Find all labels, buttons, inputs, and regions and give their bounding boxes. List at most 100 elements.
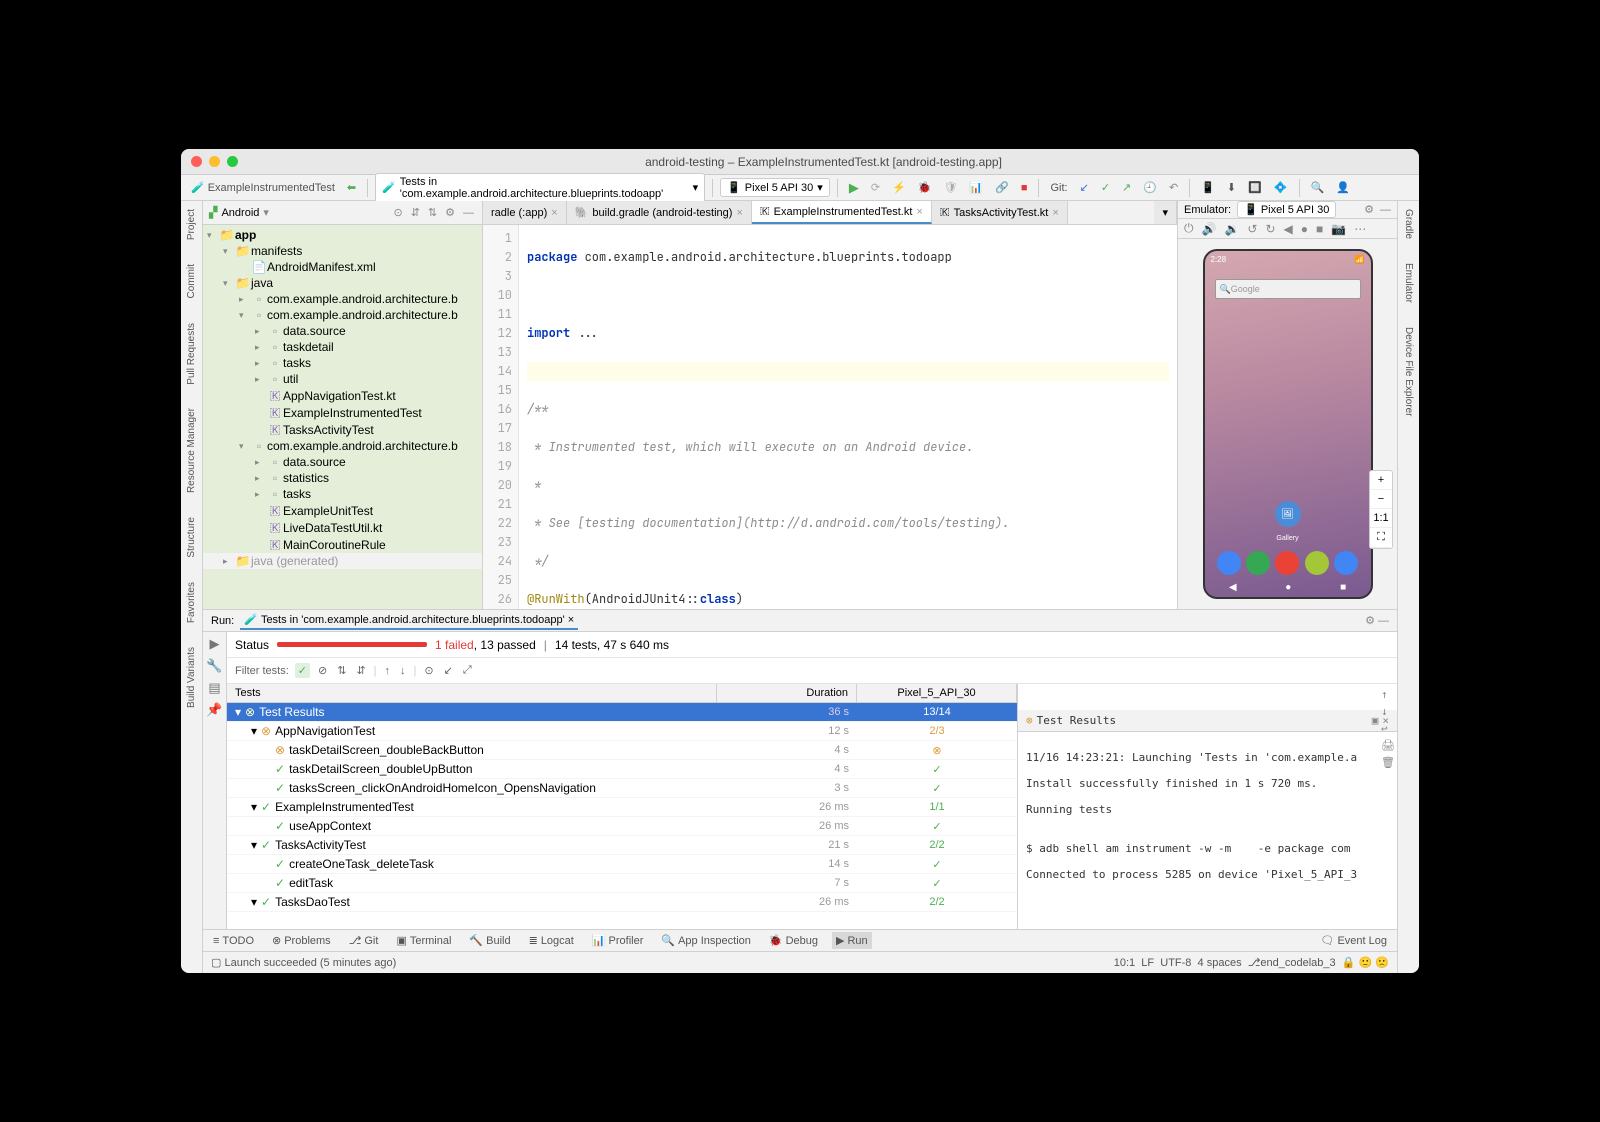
tab-commit[interactable]: Commit <box>184 260 199 302</box>
tree-item[interactable]: ▾📁java <box>203 275 482 291</box>
tab-profiler[interactable]: 📊 Profiler <box>588 932 648 949</box>
apply-changes-icon[interactable]: ⟳ <box>867 179 884 196</box>
tab-terminal[interactable]: ▣ Terminal <box>392 932 455 949</box>
layout-icon[interactable]: ▤ <box>208 680 220 696</box>
test-row[interactable]: ✓createOneTask_deleteTask14 s✓ <box>227 855 1017 874</box>
tab-project[interactable]: Project <box>184 205 199 244</box>
close-tab-icon[interactable]: × <box>736 207 742 219</box>
tab-favorites[interactable]: Favorites <box>184 578 199 627</box>
tab-run[interactable]: ▶ Run <box>832 932 872 949</box>
gear-icon[interactable]: ⚙ <box>1365 614 1375 627</box>
nav-home-icon[interactable]: ● <box>1285 582 1291 593</box>
avatar-icon[interactable]: 👤 <box>1332 179 1354 196</box>
project-tree[interactable]: ▾📁app ▾📁manifests 📄AndroidManifest.xml ▾… <box>203 225 482 609</box>
zoom-in-button[interactable]: + <box>1370 471 1392 490</box>
debug-icon[interactable]: 🐞 <box>914 179 936 196</box>
cursor-position[interactable]: 10:1 <box>1114 957 1135 969</box>
nav-config[interactable]: 🧪 ExampleInstrumentedTest <box>187 179 339 196</box>
col-duration[interactable]: Duration <box>717 684 857 702</box>
indent[interactable]: 4 spaces <box>1198 957 1242 969</box>
col-device[interactable]: Pixel_5_API_30 <box>857 684 1017 702</box>
run-tab[interactable]: 🧪 Tests in 'com.example.android.architec… <box>240 611 578 630</box>
run-icon[interactable]: ▶ <box>845 178 863 198</box>
tab-problems[interactable]: ⊗ Problems <box>268 932 335 949</box>
nav-back-icon[interactable]: ◀ <box>1229 582 1237 593</box>
git-history-icon[interactable]: 🕘 <box>1139 179 1161 196</box>
tree-item[interactable]: 🇰MainCoroutineRule <box>203 536 482 553</box>
stop-icon[interactable]: ■ <box>1017 180 1032 196</box>
lock-icon[interactable]: 🔒 <box>1342 956 1356 969</box>
tab-device-file-explorer[interactable]: Device File Explorer <box>1401 323 1416 420</box>
tab-gradle[interactable]: Gradle <box>1401 205 1416 243</box>
layout-icon[interactable]: ▣ <box>1372 714 1379 727</box>
test-tree[interactable]: Tests Duration Pixel_5_API_30 ▾⊗Test Res… <box>227 684 1017 929</box>
zoom-actual-button[interactable]: 1:1 <box>1370 509 1392 528</box>
tab-resource-manager[interactable]: Resource Manager <box>184 404 199 497</box>
test-row[interactable]: ▾✓ExampleInstrumentedTest26 ms1/1 <box>227 798 1017 817</box>
search-icon[interactable]: 🔍 <box>1307 179 1329 196</box>
coverage-icon[interactable]: 🛡 <box>939 179 961 196</box>
close-tab-icon[interactable]: × <box>1052 207 1058 219</box>
dock-app-icon[interactable] <box>1246 551 1270 575</box>
close-icon[interactable] <box>191 156 202 167</box>
back-icon[interactable]: ⬅ <box>343 179 360 196</box>
sad-face-icon[interactable]: 🙁 <box>1375 956 1389 969</box>
run-console[interactable]: ⊗Test Results▣ × 11/16 14:23:21: Launchi… <box>1017 684 1397 929</box>
tree-item[interactable]: ▸📁java (generated) <box>203 553 482 569</box>
pin-icon[interactable]: 📌 <box>206 702 222 718</box>
tree-item[interactable]: 🇰ExampleUnitTest <box>203 502 482 519</box>
expand-icon[interactable]: ⇵ <box>409 206 422 219</box>
git-update-icon[interactable]: ↙ <box>1076 179 1093 196</box>
editor-tab[interactable]: 🐘 build.gradle (android-testing)× <box>567 201 752 224</box>
tree-item[interactable]: 🇰LiveDataTestUtil.kt <box>203 519 482 536</box>
code[interactable]: package com.example.android.architecture… <box>519 225 1177 609</box>
tree-item[interactable]: ▸▫data.source <box>203 454 482 470</box>
test-row[interactable]: ▾⊗Test Results36 s13/14 <box>227 703 1017 722</box>
tab-emulator[interactable]: Emulator <box>1401 259 1416 307</box>
soft-wrap-icon[interactable]: ↩ <box>1381 722 1395 735</box>
tree-item[interactable]: ▸▫tasks <box>203 355 482 371</box>
tree-item[interactable]: 📄AndroidManifest.xml <box>203 259 482 275</box>
editor-body[interactable]: 1 2 3 10 11 12 13 14 15 16 17 18 19 20 2… <box>483 225 1177 609</box>
zoom-fit-button[interactable]: ⛶ <box>1370 528 1392 548</box>
export-icon[interactable]: ↙ <box>442 664 455 677</box>
sort-alpha-icon[interactable]: ⇵ <box>354 664 367 677</box>
tree-item[interactable]: ▸▫statistics <box>203 470 482 486</box>
volume-down-icon[interactable]: 🔉 <box>1222 222 1241 236</box>
select-opened-icon[interactable]: ⊙ <box>391 206 404 219</box>
sort-icon[interactable]: ⇅ <box>335 664 348 677</box>
overview-icon[interactable]: ■ <box>1314 222 1325 236</box>
tab-build-variants[interactable]: Build Variants <box>184 643 199 712</box>
git-rollback-icon[interactable]: ↶ <box>1165 179 1182 196</box>
phone-search[interactable]: 🔍 Google <box>1215 279 1361 299</box>
happy-face-icon[interactable]: 🙂 <box>1359 956 1373 969</box>
notifications-icon[interactable]: ▢ <box>211 956 221 969</box>
tab-pull-requests[interactable]: Pull Requests <box>184 319 199 389</box>
dock-app-icon[interactable] <box>1217 551 1241 575</box>
test-row[interactable]: ▾⊗AppNavigationTest12 s2/3 <box>227 722 1017 741</box>
tree-item[interactable]: 🇰TasksActivityTest <box>203 421 482 438</box>
col-tests[interactable]: Tests <box>227 684 717 702</box>
import-icon[interactable]: ⊙ <box>422 664 435 677</box>
back-icon[interactable]: ◀ <box>1282 222 1295 236</box>
test-row[interactable]: ⊗taskDetailScreen_doubleBackButton4 s⊗ <box>227 741 1017 760</box>
tabs-dropdown-icon[interactable]: ▾ <box>1154 201 1177 224</box>
tree-item[interactable]: ▸▫tasks <box>203 486 482 502</box>
tree-item[interactable]: ▸▫taskdetail <box>203 339 482 355</box>
nav-overview-icon[interactable]: ■ <box>1340 582 1346 593</box>
show-passed-icon[interactable]: ✓ <box>295 663 310 678</box>
tree-item[interactable]: ▾▫com.example.android.architecture.b <box>203 438 482 454</box>
tab-structure[interactable]: Structure <box>184 513 199 562</box>
close-tab-icon[interactable]: × <box>551 207 557 219</box>
dropdown-icon[interactable]: ▾ <box>263 206 269 219</box>
clear-icon[interactable]: 🗑 <box>1381 756 1395 769</box>
prev-failed-icon[interactable]: ↑ <box>383 665 393 677</box>
scroll-up-icon[interactable]: ↑ <box>1381 688 1395 701</box>
profile-icon[interactable]: 📊 <box>965 179 987 196</box>
tools-icon[interactable]: 🔧 <box>206 658 222 674</box>
git-push-icon[interactable]: ↗ <box>1118 179 1135 196</box>
expand-all-icon[interactable]: ⤢ <box>461 664 474 677</box>
maximize-icon[interactable] <box>227 156 238 167</box>
test-row[interactable]: ✓taskDetailScreen_doubleUpButton4 s✓ <box>227 760 1017 779</box>
run-config-dropdown[interactable]: 🧪 Tests in 'com.example.android.architec… <box>375 173 705 203</box>
